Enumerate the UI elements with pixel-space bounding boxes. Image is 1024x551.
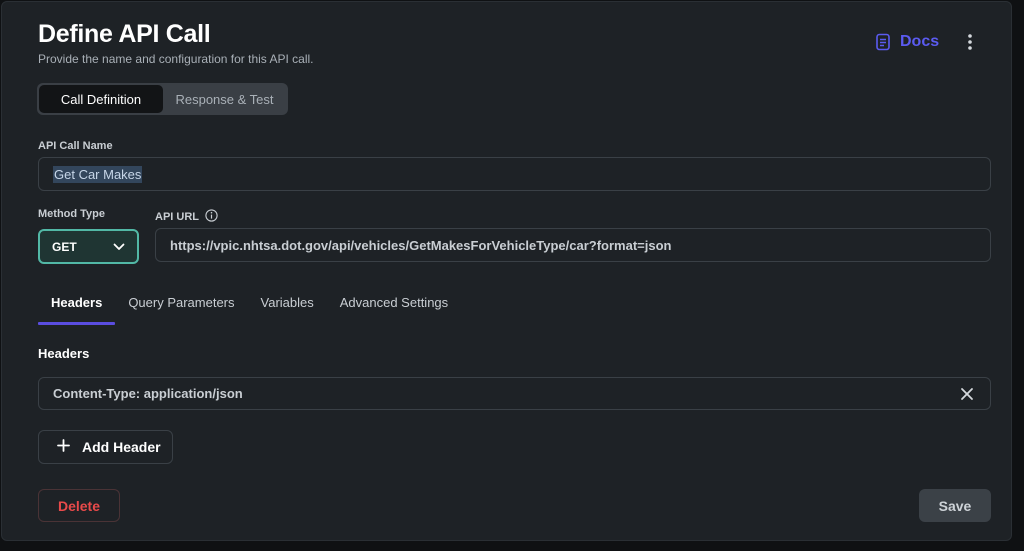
add-header-label: Add Header bbox=[82, 439, 161, 455]
save-button[interactable]: Save bbox=[919, 489, 991, 522]
api-url-value: https://vpic.nhtsa.dot.gov/api/vehicles/… bbox=[170, 237, 672, 253]
api-url-label-group: API URL bbox=[155, 209, 218, 225]
headers-section-title: Headers bbox=[38, 346, 90, 361]
page-title: Define API Call bbox=[38, 20, 211, 48]
tab-call-definition[interactable]: Call Definition bbox=[39, 85, 163, 113]
call-view-toggle: Call Definition Response & Test bbox=[37, 83, 288, 115]
api-call-name-value: Get Car Makes bbox=[53, 165, 143, 183]
tab-advanced-settings[interactable]: Advanced Settings bbox=[327, 295, 461, 325]
api-call-name-label: API Call Name bbox=[38, 140, 113, 152]
method-type-select[interactable]: GET bbox=[38, 229, 139, 264]
api-url-label: API URL bbox=[155, 211, 199, 223]
config-tabs: Headers Query Parameters Variables Advan… bbox=[38, 295, 461, 325]
info-icon[interactable] bbox=[205, 209, 218, 225]
close-icon[interactable] bbox=[958, 385, 976, 403]
add-header-button[interactable]: Add Header bbox=[38, 430, 173, 464]
kebab-menu-icon[interactable] bbox=[958, 30, 982, 54]
docs-button[interactable]: Docs bbox=[874, 33, 939, 51]
page-subtitle: Provide the name and configuration for t… bbox=[38, 52, 314, 66]
api-call-name-input[interactable]: Get Car Makes bbox=[38, 157, 991, 191]
method-type-value: GET bbox=[52, 239, 77, 254]
header-item-value: Content-Type: application/json bbox=[53, 386, 243, 401]
tab-headers[interactable]: Headers bbox=[38, 295, 116, 325]
tab-query-parameters[interactable]: Query Parameters bbox=[115, 295, 247, 325]
header-item-input[interactable]: Content-Type: application/json bbox=[38, 377, 991, 410]
api-call-panel: Define API Call Provide the name and con… bbox=[1, 1, 1012, 541]
docs-label: Docs bbox=[900, 33, 940, 50]
document-icon bbox=[874, 33, 892, 51]
tab-response-test[interactable]: Response & Test bbox=[163, 85, 286, 113]
method-type-label: Method Type bbox=[38, 208, 106, 220]
plus-icon bbox=[57, 439, 70, 455]
api-url-input[interactable]: https://vpic.nhtsa.dot.gov/api/vehicles/… bbox=[155, 228, 991, 262]
tab-variables[interactable]: Variables bbox=[248, 295, 327, 325]
delete-button[interactable]: Delete bbox=[38, 489, 120, 522]
chevron-down-icon bbox=[113, 240, 125, 254]
